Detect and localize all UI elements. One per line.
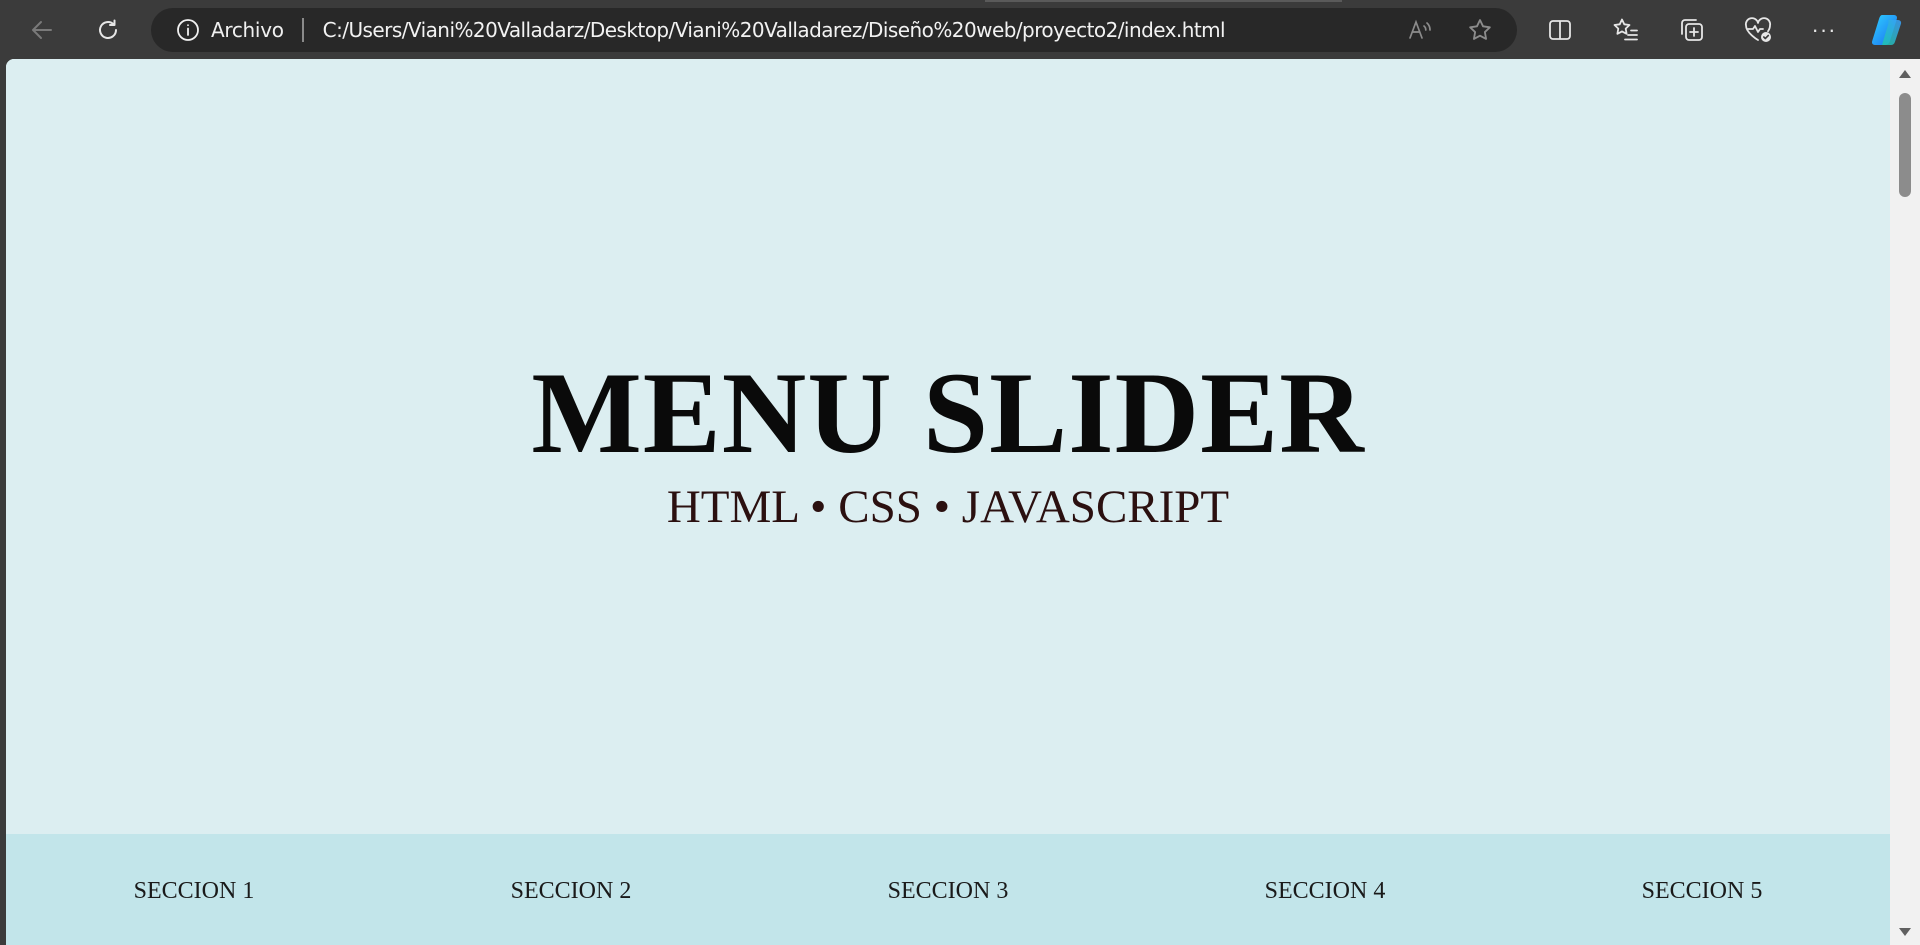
favorites-icon	[1613, 18, 1638, 41]
page-viewport: MENU SLIDER HTML • CSS • JAVASCRIPT SECC…	[6, 59, 1890, 945]
site-info-label: Archivo	[211, 18, 284, 42]
tab-strip-edge	[985, 0, 1342, 2]
split-screen-icon	[1549, 20, 1571, 40]
hero-title: MENU SLIDER	[531, 349, 1365, 478]
browser-essentials-icon	[1745, 17, 1771, 42]
section-link-2[interactable]: SECCION 2	[511, 878, 632, 905]
copilot-icon	[1871, 15, 1902, 45]
browser-essentials-button[interactable]	[1742, 14, 1774, 46]
add-favorite-button[interactable]	[1466, 16, 1494, 44]
copilot-button[interactable]	[1868, 11, 1906, 49]
address-separator	[301, 18, 304, 42]
scroll-down-button[interactable]	[1890, 921, 1920, 943]
reload-icon	[99, 19, 117, 39]
scroll-thumb[interactable]	[1899, 93, 1911, 197]
collections-button[interactable]	[1676, 14, 1708, 46]
vertical-scrollbar[interactable]	[1890, 59, 1920, 945]
browser-toolbar: Archivo C:/Users/Viani%20Valladarz/Deskt…	[0, 0, 1920, 59]
url-text[interactable]: C:/Users/Viani%20Valladarz/Desktop/Viani…	[323, 18, 1226, 42]
section-link-3[interactable]: SECCION 3	[888, 878, 1009, 905]
section-link-1[interactable]: SECCION 1	[134, 878, 255, 905]
back-button[interactable]	[24, 12, 60, 48]
more-button[interactable]: ···	[1808, 14, 1840, 46]
read-aloud-button[interactable]	[1406, 16, 1434, 44]
hero-section: MENU SLIDER HTML • CSS • JAVASCRIPT	[6, 59, 1890, 834]
more-icon: ···	[1811, 17, 1837, 42]
section-link-4[interactable]: SECCION 4	[1265, 878, 1386, 905]
address-bar[interactable]: Archivo C:/Users/Viani%20Valladarz/Deskt…	[151, 8, 1517, 52]
section-menu: SECCION 1 SECCION 2 SECCION 3 SECCION 4 …	[6, 834, 1890, 945]
site-info-button[interactable]: Archivo	[176, 8, 284, 52]
collections-icon	[1681, 19, 1703, 41]
scroll-up-arrow-icon	[1899, 70, 1911, 78]
read-aloud-icon	[1409, 19, 1431, 39]
hero-subtitle: HTML • CSS • JAVASCRIPT	[666, 481, 1230, 533]
star-icon	[1469, 19, 1491, 40]
reload-button[interactable]	[90, 12, 126, 48]
back-arrow-icon	[32, 21, 52, 39]
scroll-down-arrow-icon	[1899, 928, 1911, 936]
section-link-5[interactable]: SECCION 5	[1642, 878, 1763, 905]
split-screen-button[interactable]	[1544, 14, 1576, 46]
info-icon	[177, 19, 199, 41]
favorites-button[interactable]	[1610, 14, 1642, 46]
scroll-up-button[interactable]	[1890, 63, 1920, 85]
